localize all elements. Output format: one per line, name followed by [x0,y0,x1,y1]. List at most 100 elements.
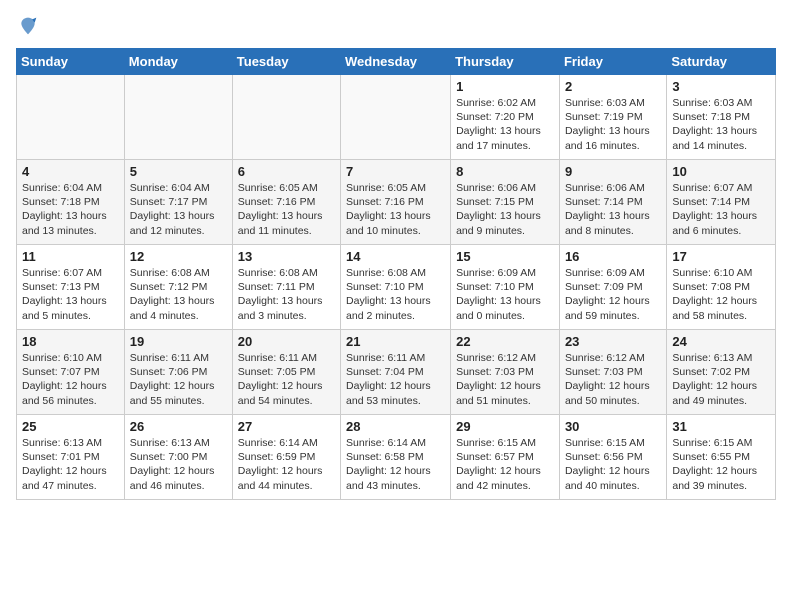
calendar-cell: 7Sunrise: 6:05 AM Sunset: 7:16 PM Daylig… [341,160,451,245]
day-number: 27 [238,419,335,434]
calendar-cell: 27 Sunrise: 6:14 AM Sunset: 6:59 PM Dayli… [232,415,340,500]
day-number: 9 [565,164,661,179]
day-number: 8 [456,164,554,179]
calendar-cell: 14 Sunrise: 6:08 AM Sunset: 7:10 PM Dayli… [341,245,451,330]
cell-content: Sunrise: 6:13 AM Sunset: 7:02 PM Dayligh… [672,351,770,408]
cell-content: Sunrise: 6:03 AM Sunset: 7:19 PM Dayligh… [565,96,661,153]
cell-content: Sunrise: 6:10 AM Sunset: 7:07 PM Dayligh… [22,351,119,408]
calendar-cell: 1 Sunrise: 6:02 AM Sunset: 7:20 PM Daylig… [451,75,560,160]
page-header [16,16,776,36]
header-friday: Friday [559,49,666,75]
day-number: 24 [672,334,770,349]
week-row-0: 1 Sunrise: 6:02 AM Sunset: 7:20 PM Daylig… [17,75,776,160]
day-number: 19 [130,334,227,349]
calendar-cell: 29 Sunrise: 6:15 AM Sunset: 6:57 PM Dayli… [451,415,560,500]
day-number: 6 [238,164,335,179]
day-number: 21 [346,334,445,349]
cell-content: Sunrise: 6:13 AM Sunset: 7:00 PM Dayligh… [130,436,227,493]
week-row-3: 18 Sunrise: 6:10 AM Sunset: 7:07 PM Dayli… [17,330,776,415]
day-number: 16 [565,249,661,264]
day-number: 10 [672,164,770,179]
cell-content: Sunrise: 6:12 AM Sunset: 7:03 PM Dayligh… [456,351,554,408]
day-number: 7 [346,164,445,179]
header-wednesday: Wednesday [341,49,451,75]
calendar-cell: 15 Sunrise: 6:09 AM Sunset: 7:10 PM Dayli… [451,245,560,330]
cell-content: Sunrise: 6:14 AM Sunset: 6:59 PM Dayligh… [238,436,335,493]
calendar-cell: 19 Sunrise: 6:11 AM Sunset: 7:06 PM Dayli… [124,330,232,415]
cell-content: Sunrise: 6:08 AM Sunset: 7:10 PM Dayligh… [346,266,445,323]
calendar-cell: 20 Sunrise: 6:11 AM Sunset: 7:05 PM Dayli… [232,330,340,415]
calendar-cell: 25 Sunrise: 6:13 AM Sunset: 7:01 PM Dayli… [17,415,125,500]
calendar-cell: 6 Sunrise: 6:05 AM Sunset: 7:16 PM Daylig… [232,160,340,245]
calendar-cell: 21 Sunrise: 6:11 AM Sunset: 7:04 PM Dayli… [341,330,451,415]
day-number: 22 [456,334,554,349]
day-number: 4 [22,164,119,179]
day-number: 2 [565,79,661,94]
day-number: 25 [22,419,119,434]
cell-content: Sunrise: 6:09 AM Sunset: 7:09 PM Dayligh… [565,266,661,323]
day-number: 5 [130,164,227,179]
day-number: 31 [672,419,770,434]
header-monday: Monday [124,49,232,75]
cell-content: Sunrise: 6:04 AM Sunset: 7:17 PM Dayligh… [130,181,227,238]
day-number: 26 [130,419,227,434]
header-tuesday: Tuesday [232,49,340,75]
day-number: 1 [456,79,554,94]
header-row: SundayMondayTuesdayWednesdayThursdayFrid… [17,49,776,75]
calendar-cell: 8Sunrise: 6:06 AM Sunset: 7:15 PM Daylig… [451,160,560,245]
calendar-cell: 23 Sunrise: 6:12 AM Sunset: 7:03 PM Dayli… [559,330,666,415]
cell-content: Sunrise: 6:05 AM Sunset: 7:16 PM Dayligh… [238,181,335,238]
cell-content: Sunrise: 6:04 AM Sunset: 7:18 PM Dayligh… [22,181,119,238]
calendar-cell: 28 Sunrise: 6:14 AM Sunset: 6:58 PM Dayli… [341,415,451,500]
calendar-table: SundayMondayTuesdayWednesdayThursdayFrid… [16,48,776,500]
header-sunday: Sunday [17,49,125,75]
day-number: 14 [346,249,445,264]
calendar-cell: 18 Sunrise: 6:10 AM Sunset: 7:07 PM Dayli… [17,330,125,415]
week-row-2: 11 Sunrise: 6:07 AM Sunset: 7:13 PM Dayli… [17,245,776,330]
day-number: 29 [456,419,554,434]
header-saturday: Saturday [667,49,776,75]
calendar-cell: 24 Sunrise: 6:13 AM Sunset: 7:02 PM Dayli… [667,330,776,415]
calendar-cell: 11 Sunrise: 6:07 AM Sunset: 7:13 PM Dayli… [17,245,125,330]
calendar-cell [341,75,451,160]
logo [16,16,38,36]
day-number: 20 [238,334,335,349]
cell-content: Sunrise: 6:15 AM Sunset: 6:56 PM Dayligh… [565,436,661,493]
day-number: 11 [22,249,119,264]
day-number: 13 [238,249,335,264]
calendar-cell: 3Sunrise: 6:03 AM Sunset: 7:18 PM Daylig… [667,75,776,160]
cell-content: Sunrise: 6:13 AM Sunset: 7:01 PM Dayligh… [22,436,119,493]
day-number: 17 [672,249,770,264]
cell-content: Sunrise: 6:08 AM Sunset: 7:11 PM Dayligh… [238,266,335,323]
calendar-cell: 13 Sunrise: 6:08 AM Sunset: 7:11 PM Dayli… [232,245,340,330]
cell-content: Sunrise: 6:07 AM Sunset: 7:13 PM Dayligh… [22,266,119,323]
calendar-body: 1 Sunrise: 6:02 AM Sunset: 7:20 PM Daylig… [17,75,776,500]
calendar-cell: 2 Sunrise: 6:03 AM Sunset: 7:19 PM Daylig… [559,75,666,160]
calendar-cell [124,75,232,160]
calendar-cell: 5 Sunrise: 6:04 AM Sunset: 7:17 PM Daylig… [124,160,232,245]
cell-content: Sunrise: 6:02 AM Sunset: 7:20 PM Dayligh… [456,96,554,153]
header-thursday: Thursday [451,49,560,75]
cell-content: Sunrise: 6:09 AM Sunset: 7:10 PM Dayligh… [456,266,554,323]
cell-content: Sunrise: 6:08 AM Sunset: 7:12 PM Dayligh… [130,266,227,323]
day-number: 18 [22,334,119,349]
cell-content: Sunrise: 6:11 AM Sunset: 7:06 PM Dayligh… [130,351,227,408]
day-number: 15 [456,249,554,264]
cell-content: Sunrise: 6:14 AM Sunset: 6:58 PM Dayligh… [346,436,445,493]
cell-content: Sunrise: 6:11 AM Sunset: 7:04 PM Dayligh… [346,351,445,408]
cell-content: Sunrise: 6:10 AM Sunset: 7:08 PM Dayligh… [672,266,770,323]
calendar-cell: 10 Sunrise: 6:07 AM Sunset: 7:14 PM Dayli… [667,160,776,245]
cell-content: Sunrise: 6:06 AM Sunset: 7:14 PM Dayligh… [565,181,661,238]
cell-content: Sunrise: 6:15 AM Sunset: 6:57 PM Dayligh… [456,436,554,493]
calendar-cell: 31 Sunrise: 6:15 AM Sunset: 6:55 PM Dayli… [667,415,776,500]
calendar-cell: 26 Sunrise: 6:13 AM Sunset: 7:00 PM Dayli… [124,415,232,500]
day-number: 28 [346,419,445,434]
day-number: 30 [565,419,661,434]
day-number: 23 [565,334,661,349]
day-number: 3 [672,79,770,94]
cell-content: Sunrise: 6:07 AM Sunset: 7:14 PM Dayligh… [672,181,770,238]
cell-content: Sunrise: 6:15 AM Sunset: 6:55 PM Dayligh… [672,436,770,493]
calendar-cell: 12Sunrise: 6:08 AM Sunset: 7:12 PM Dayli… [124,245,232,330]
cell-content: Sunrise: 6:12 AM Sunset: 7:03 PM Dayligh… [565,351,661,408]
cell-content: Sunrise: 6:11 AM Sunset: 7:05 PM Dayligh… [238,351,335,408]
